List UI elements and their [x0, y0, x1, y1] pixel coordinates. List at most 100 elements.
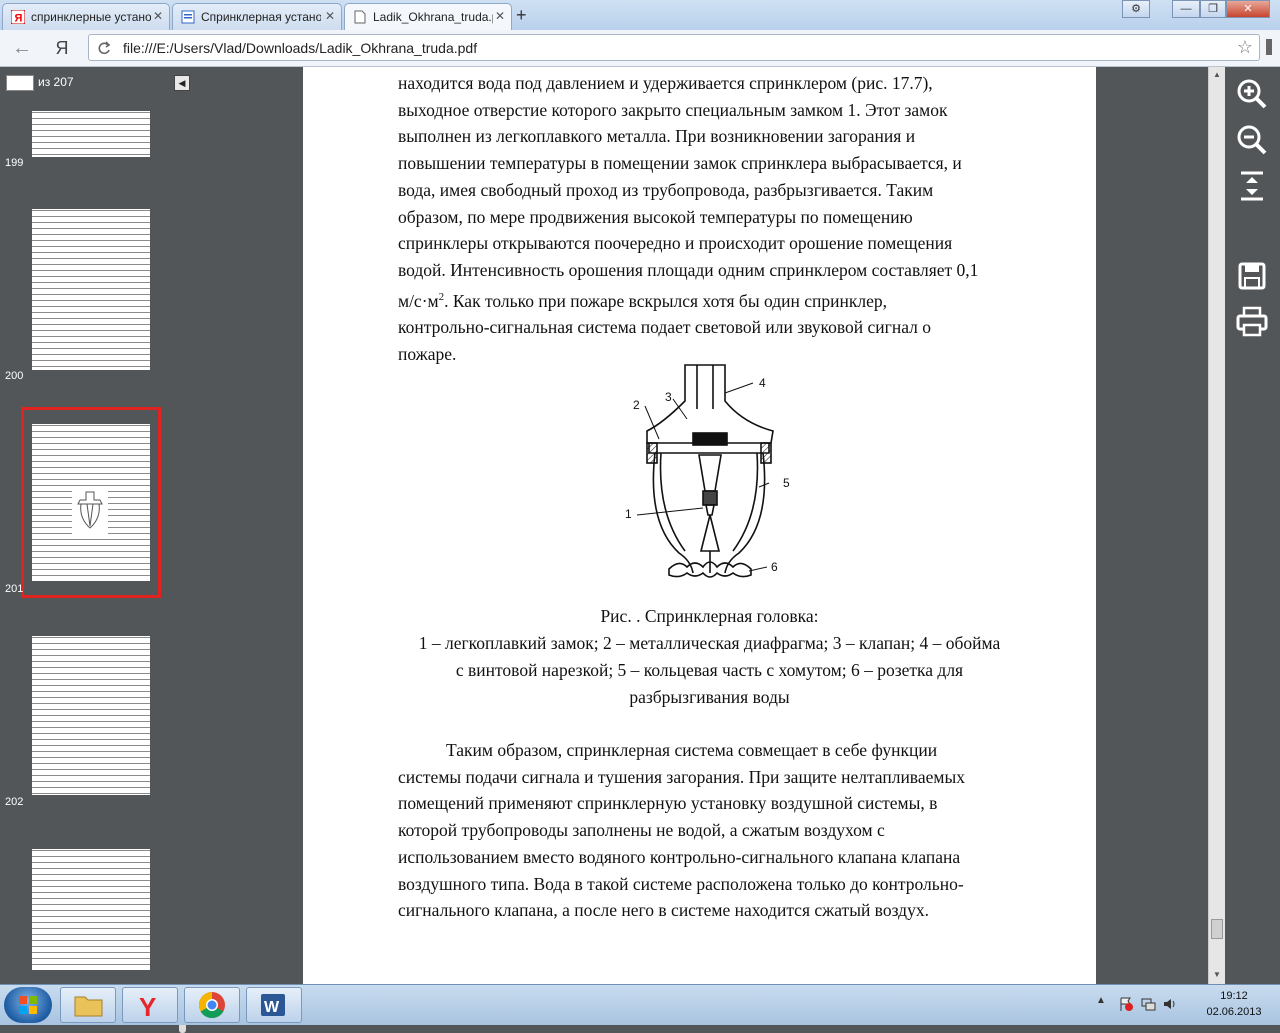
- reload-icon[interactable]: [97, 40, 111, 56]
- figure-label-1: 1: [625, 507, 632, 521]
- caption-line: разбрызгивания воды: [629, 687, 790, 707]
- figure-label-3: 3: [665, 390, 672, 404]
- taskbar-word[interactable]: W: [246, 987, 302, 1023]
- caption-title: Рис. . Спринклерная головка:: [600, 606, 819, 626]
- caption-line: 1 – легкоплавкий замок; 2 – металлическа…: [418, 633, 1001, 653]
- bookmark-star-icon[interactable]: ☆: [1237, 37, 1253, 58]
- taskbar: Y W ▲ 19:12 02.06.2013: [0, 984, 1280, 1025]
- thumbnail-number: 200: [5, 370, 24, 382]
- page-favicon-icon: [181, 10, 195, 24]
- tab-yandex-search[interactable]: Я спринклерные устано ✕: [2, 3, 170, 30]
- text-line: которой трубопроводы заполнены не водой,…: [398, 820, 885, 841]
- thumbnail-figure: [72, 490, 108, 534]
- thumbnail-page-201[interactable]: [21, 407, 161, 598]
- close-tab-icon[interactable]: ✕: [495, 9, 505, 23]
- text-line: водой. Интенсивность орошения площади од…: [398, 259, 979, 280]
- windows-logo-icon: [19, 996, 37, 1014]
- tab-sprinkler-page[interactable]: Спринклерная устано ✕: [172, 3, 342, 30]
- minimize-button[interactable]: —: [1172, 0, 1200, 18]
- scrollbar-thumb[interactable]: [1211, 919, 1223, 939]
- new-tab-button[interactable]: +: [516, 5, 527, 26]
- text-line: спринклеры открываются поочередно и прои…: [398, 233, 953, 254]
- pdf-viewer: находится вода под давлением и удерживае…: [194, 67, 1208, 984]
- thumbnail-number: 202: [5, 796, 24, 808]
- scroll-up-icon[interactable]: ▲: [1209, 67, 1225, 83]
- pdf-page: находится вода под давлением и удерживае…: [303, 67, 1096, 984]
- thumbnail-page-202[interactable]: [24, 622, 158, 809]
- volume-icon[interactable]: [1162, 996, 1178, 1012]
- figure-label-6: 6: [771, 560, 778, 574]
- close-window-button[interactable]: ✕: [1226, 0, 1270, 18]
- address-bar[interactable]: file:///E:/Users/Vlad/Downloads/Ladik_Ok…: [88, 34, 1260, 61]
- chrome-icon: [198, 991, 225, 1019]
- pdf-thumbnail-sidebar: из 207 ◀ 199 200 201 202: [0, 67, 194, 1033]
- text-line: образом, по мере продвижения высокой тем…: [398, 206, 913, 227]
- thumbnail-page-203[interactable]: [24, 835, 158, 984]
- save-icon[interactable]: [1235, 259, 1269, 293]
- text-line: м/с·м2. Как только при пожаре вскрылся х…: [398, 290, 887, 311]
- text-line: сигнального клапана, а после него в сист…: [398, 900, 929, 921]
- thumbnail-page-200[interactable]: [24, 195, 158, 384]
- svg-text:W: W: [264, 999, 280, 1016]
- back-arrow-icon[interactable]: ←: [10, 36, 34, 60]
- word-icon: W: [261, 994, 285, 1016]
- document-favicon-icon: [354, 10, 366, 24]
- fit-page-icon[interactable]: [1235, 169, 1269, 203]
- page-number-input[interactable]: [6, 75, 34, 91]
- settings-icon[interactable]: ⚙: [1122, 0, 1150, 18]
- figure-label-4: 4: [759, 376, 766, 390]
- paragraph-1: находится вода под давлением и удерживае…: [398, 70, 1021, 368]
- pdf-tools-panel: [1225, 67, 1280, 984]
- zoom-out-icon[interactable]: [1235, 123, 1269, 157]
- yandex-favicon-icon: Я: [11, 10, 25, 24]
- thumbnail-number: 201: [5, 583, 24, 595]
- text-line: контрольно-сигнальная система подает све…: [398, 317, 931, 338]
- maximize-button[interactable]: ❐: [1200, 0, 1226, 18]
- taskbar-yandex-browser[interactable]: Y: [122, 987, 178, 1023]
- text-line: воздушного типа. Вода в такой системе ра…: [398, 873, 964, 894]
- text-line: использованием вместо водяного контрольн…: [398, 846, 961, 867]
- yandex-home-button[interactable]: Я: [50, 36, 74, 60]
- folder-icon: [74, 996, 103, 1017]
- taskbar-explorer[interactable]: [60, 987, 116, 1023]
- vertical-scrollbar[interactable]: ▲ ▼: [1208, 67, 1225, 984]
- menu-icon[interactable]: [1262, 36, 1276, 58]
- start-button[interactable]: [4, 987, 52, 1023]
- tab-pdf-document[interactable]: Ladik_Okhrana_truda.p ✕: [344, 3, 512, 31]
- text-line: повышении температуры в помещении замок …: [398, 153, 962, 174]
- tab-label: Ladik_Okhrana_truda.p: [373, 10, 493, 24]
- thumbnail-page-199[interactable]: [24, 97, 158, 171]
- svg-text:Y: Y: [139, 992, 156, 1022]
- svg-text:Я: Я: [15, 13, 23, 25]
- close-tab-icon[interactable]: ✕: [325, 9, 335, 23]
- clock-time: 19:12: [1220, 990, 1248, 1002]
- caption-line: с винтовой нарезкой; 5 – кольцевая часть…: [455, 660, 964, 680]
- window-controls: ⚙ — ❐ ✕: [1122, 0, 1272, 20]
- text-line: находится вода под давлением и удерживае…: [398, 73, 933, 93]
- page-count-label: из 207: [38, 75, 74, 89]
- tray-expand-icon[interactable]: ▲: [1096, 995, 1106, 1006]
- tab-label: Спринклерная устано: [201, 10, 321, 24]
- clock-date: 02.06.2013: [1206, 1006, 1262, 1018]
- figure-caption: Рис. . Спринклерная головка: 1 – легкопл…: [398, 603, 1021, 711]
- zoom-in-icon[interactable]: [1235, 77, 1269, 111]
- text-line: помещений применяют спринклерную установ…: [398, 793, 938, 814]
- collapse-sidebar-icon[interactable]: ◀: [174, 75, 190, 91]
- taskbar-chrome[interactable]: [184, 987, 240, 1023]
- url-text[interactable]: file:///E:/Users/Vlad/Downloads/Ladik_Ok…: [123, 40, 477, 56]
- text-line: системы подачи сигнала и тушения загоран…: [398, 766, 965, 787]
- print-icon[interactable]: [1235, 305, 1269, 339]
- browser-titlebar: Я спринклерные устано ✕ Спринклерная уст…: [0, 0, 1280, 31]
- thumbnail-number: 199: [5, 157, 24, 169]
- clock[interactable]: 19:12 02.06.2013: [1196, 988, 1272, 1020]
- close-tab-icon[interactable]: ✕: [153, 9, 163, 23]
- tab-label: спринклерные устано: [31, 10, 151, 24]
- sprinkler-head-figure: 1 2 3 4 5 6: [625, 364, 790, 578]
- yandex-icon: Y: [139, 992, 156, 1022]
- paragraph-2: Таким образом, спринклерная система совм…: [398, 737, 1021, 924]
- action-center-flag-icon[interactable]: [1118, 996, 1134, 1012]
- text-line: выполнен из легкоплавкого металла. При в…: [398, 126, 916, 147]
- scroll-down-icon[interactable]: ▼: [1209, 967, 1225, 983]
- figure-label-2: 2: [633, 398, 640, 412]
- network-icon[interactable]: [1140, 996, 1156, 1012]
